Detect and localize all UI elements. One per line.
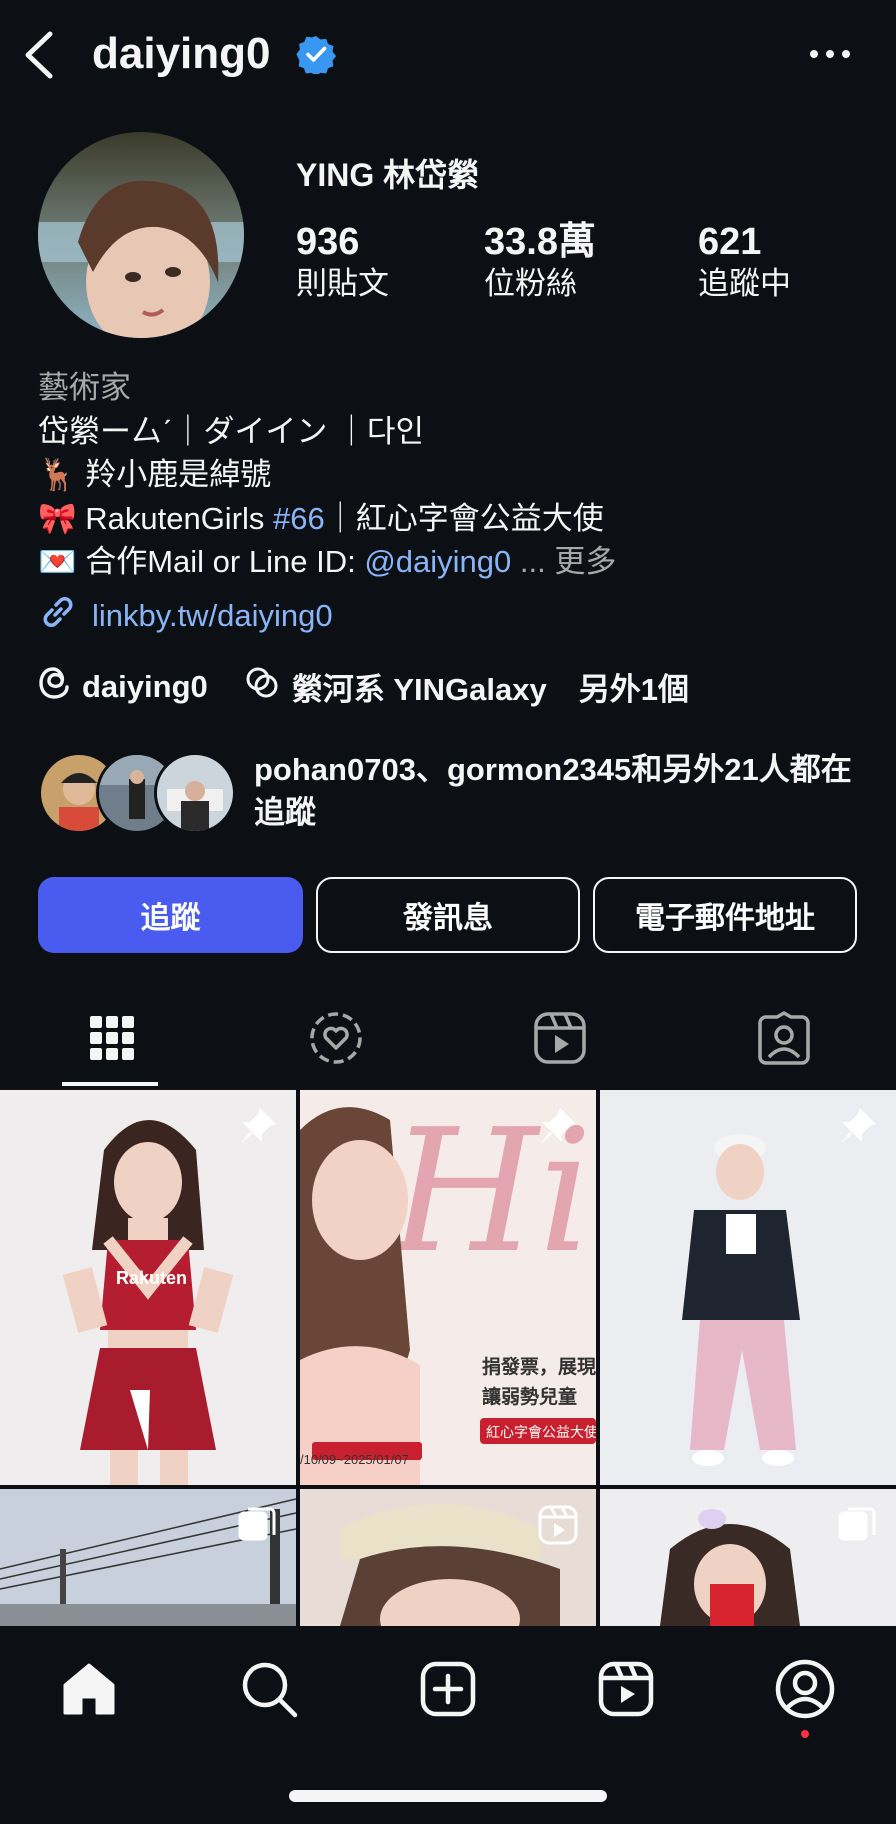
deer-emoji-icon: 🦌: [38, 457, 77, 492]
profile-category: 藝術家: [38, 370, 131, 405]
notification-dot: [801, 1730, 809, 1738]
follow-button[interactable]: 追蹤: [38, 877, 303, 953]
channel-name[interactable]: 縈河系 YINGalaxy: [292, 664, 547, 709]
profile-username: daiying0: [92, 29, 271, 78]
create-icon[interactable]: [413, 1654, 483, 1724]
bio-line-4: 💌 合作Mail or Line ID: @daiying0 ... 更多: [38, 540, 858, 584]
post-caption-line-2: 讓弱勢兒童: [482, 1387, 578, 1408]
post-thumbnail[interactable]: Rakuten: [0, 1090, 296, 1485]
posts-count-stat[interactable]: 936 則貼文: [296, 220, 389, 304]
bio-line-3-text-a: RakutenGirls: [85, 500, 274, 536]
profile-avatar[interactable]: [38, 132, 244, 338]
search-icon[interactable]: [234, 1654, 304, 1724]
ribbon-emoji-icon: 🎀: [38, 500, 77, 536]
posts-count: 936: [296, 221, 360, 263]
post-date-text: /10/09~2025/01/07: [300, 1452, 409, 1467]
following-label: 追蹤中: [698, 266, 791, 301]
tab-reels[interactable]: [448, 1000, 672, 1080]
following-count-stat[interactable]: 621 追蹤中: [698, 220, 791, 304]
channel-chat-icon[interactable]: [244, 665, 282, 709]
reels-icon[interactable]: [591, 1654, 661, 1724]
mention-link[interactable]: @daiying0: [364, 544, 511, 579]
love-letter-emoji-icon: 💌: [38, 544, 77, 579]
top-bar: daiying0: [0, 0, 896, 110]
following-count: 621: [698, 221, 762, 263]
followers-count-stat[interactable]: 33.8萬 位粉絲: [484, 220, 596, 304]
avatar: [154, 752, 236, 834]
other-links[interactable]: 另外1個: [579, 664, 689, 709]
posts-grid: Rakuten Hi 捐發票，展現 讓弱勢兒童 紅心字會公益大使 /10/09~…: [0, 1090, 896, 1626]
grid-icon: [88, 1014, 136, 1067]
email-button[interactable]: 電子郵件地址: [593, 877, 857, 953]
back-chevron-left-icon[interactable]: [16, 28, 66, 82]
profile-link[interactable]: linkby.tw/daiying0: [38, 592, 333, 640]
followed-by-text[interactable]: pohan0703、gormon2345和另外21人都在追蹤: [254, 748, 854, 834]
bio-ellipsis: ...: [511, 544, 555, 579]
reel-icon: [536, 1503, 580, 1547]
tab-tagged[interactable]: [672, 1000, 896, 1080]
profile-bio: 藝術家 岱縈ー厶ˊ｜ダイイン ｜다인 🦌 羚小鹿是綽號 🎀 RakutenGir…: [38, 366, 858, 584]
bio-more-button[interactable]: 更多: [554, 544, 616, 579]
highlights-icon: [308, 1010, 364, 1071]
bio-line-2-text: 羚小鹿是綽號: [85, 457, 272, 492]
carousel-icon: [836, 1503, 880, 1547]
post-caption-line-1: 捐發票，展現: [482, 1357, 596, 1378]
carousel-icon: [236, 1503, 280, 1547]
post-thumbnail[interactable]: [0, 1489, 296, 1626]
post-thumbnail[interactable]: [300, 1489, 596, 1626]
verified-badge-icon: [296, 34, 337, 77]
reels-icon: [533, 1011, 587, 1070]
pin-icon: [836, 1104, 880, 1148]
pin-icon: [236, 1104, 280, 1148]
followers-count: 33.8萬: [484, 221, 596, 263]
hashtag-link[interactable]: #66: [273, 501, 325, 536]
home-indicator: [289, 1790, 607, 1802]
post-badge-text: 紅心字會公益大使: [486, 1424, 596, 1440]
bio-line-2: 🦌 羚小鹿是綽號: [38, 453, 858, 497]
profile-link-text: linkby.tw/daiying0: [92, 598, 333, 633]
tab-posts-grid[interactable]: [0, 1000, 224, 1080]
threads-row: daiying0 縈河系 YINGalaxy 另外1個: [38, 664, 689, 709]
tagged-icon: [757, 1010, 811, 1070]
message-button[interactable]: 發訊息: [316, 877, 580, 953]
bio-line-3: 🎀 RakutenGirls #66｜紅心字會公益大使: [38, 497, 858, 541]
followers-label: 位粉絲: [484, 266, 577, 301]
post-thumbnail[interactable]: [600, 1090, 896, 1485]
post-jersey-text: Rakuten: [116, 1268, 188, 1288]
tab-highlights[interactable]: [224, 1000, 448, 1080]
bio-line-4-text: 合作Mail or Line ID:: [85, 544, 365, 579]
home-icon[interactable]: [54, 1654, 124, 1724]
link-icon: [38, 592, 78, 640]
bio-line-1: 岱縈ー厶ˊ｜ダイイン ｜다인: [38, 413, 424, 449]
mutual-followers-avatars[interactable]: [38, 752, 238, 834]
profile-full-name: YING 林岱縈: [296, 157, 480, 193]
post-thumbnail[interactable]: [600, 1489, 896, 1626]
active-tab-indicator: [62, 1082, 158, 1086]
pin-icon: [536, 1104, 580, 1148]
threads-handle[interactable]: daiying0: [82, 669, 208, 705]
threads-logo-icon[interactable]: [38, 665, 72, 709]
more-horizontal-icon[interactable]: [800, 34, 860, 74]
profile-icon[interactable]: [770, 1654, 840, 1724]
bio-line-3-text-b: ｜紅心字會公益大使: [324, 500, 604, 536]
post-thumbnail[interactable]: Hi 捐發票，展現 讓弱勢兒童 紅心字會公益大使 /10/09~2025/01/…: [300, 1090, 596, 1485]
posts-label: 則貼文: [296, 266, 389, 301]
